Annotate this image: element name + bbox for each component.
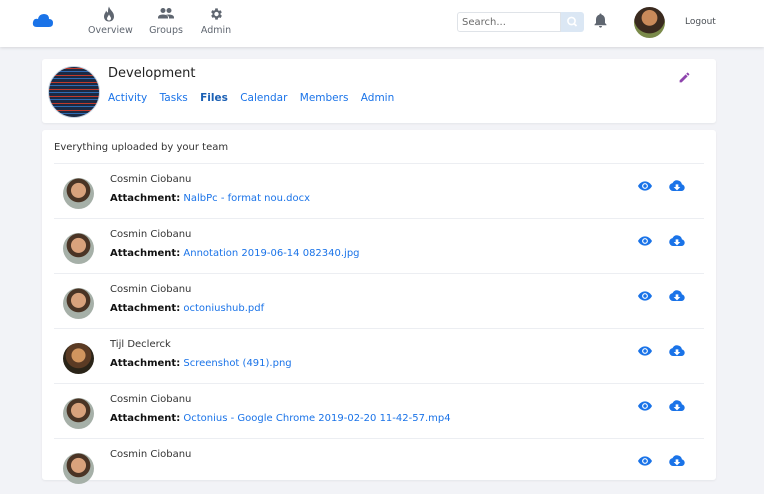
cloud-logo-icon[interactable]: [32, 13, 54, 29]
attachment-label: Attachment:: [110, 358, 181, 369]
attachment-line: Attachment: NalbPc - format nou.docx: [110, 193, 310, 204]
eye-icon[interactable]: [638, 345, 652, 357]
flame-icon: [104, 6, 114, 22]
tab-activity[interactable]: Activity: [108, 92, 147, 104]
nav-admin-label: Admin: [200, 25, 232, 36]
attachment-link[interactable]: Screenshot (491).png: [183, 358, 291, 369]
uploader-name: Cosmin Ciobanu: [110, 174, 192, 185]
bell-icon[interactable]: [594, 13, 607, 28]
attachment-label: Attachment:: [110, 193, 181, 204]
user-avatar[interactable]: [634, 7, 665, 38]
attachment-line: Attachment: octoniushub.pdf: [110, 303, 264, 314]
logout-link[interactable]: Logout: [685, 17, 716, 27]
attachment-link[interactable]: Octonius - Google Chrome 2019-02-20 11-4…: [183, 413, 450, 424]
group-avatar: [48, 66, 100, 118]
uploader-avatar: [63, 398, 94, 429]
cloud-download-icon[interactable]: [669, 290, 685, 302]
uploader-avatar: [63, 343, 94, 374]
eye-icon[interactable]: [638, 400, 652, 412]
uploader-avatar: [63, 233, 94, 264]
file-row: Cosmin Ciobanu: [54, 438, 704, 494]
tab-tasks[interactable]: Tasks: [160, 92, 188, 104]
group-title: Development: [108, 66, 196, 81]
uploader-avatar: [63, 178, 94, 209]
uploader-name: Cosmin Ciobanu: [110, 229, 192, 240]
nav-groups-label: Groups: [149, 25, 183, 36]
uploader-name: Cosmin Ciobanu: [110, 394, 192, 405]
attachment-line: Attachment: Screenshot (491).png: [110, 358, 292, 369]
group-tabs: Activity Tasks Files Calendar Members Ad…: [108, 92, 403, 104]
nav-overview-label: Overview: [88, 25, 133, 36]
file-row: Cosmin Ciobanu Attachment: NalbPc - form…: [54, 163, 704, 219]
file-row: Cosmin Ciobanu Attachment: Annotation 20…: [54, 218, 704, 274]
tab-members[interactable]: Members: [300, 92, 349, 104]
eye-icon[interactable]: [638, 235, 652, 247]
gear-icon: [210, 8, 222, 20]
cloud-download-icon[interactable]: [669, 235, 685, 247]
attachment-link[interactable]: octoniushub.pdf: [183, 303, 264, 314]
attachment-line: Attachment: Annotation 2019-06-14 082340…: [110, 248, 360, 259]
uploader-name: Tijl Declerck: [110, 339, 171, 350]
uploader-name: Cosmin Ciobanu: [110, 284, 192, 295]
nav-groups[interactable]: Groups: [148, 6, 184, 36]
tab-files[interactable]: Files: [200, 92, 228, 104]
file-row: Cosmin Ciobanu Attachment: Octonius - Go…: [54, 383, 704, 439]
attachment-link[interactable]: NalbPc - format nou.docx: [183, 193, 310, 204]
group-header-card: Development Activity Tasks Files Calenda…: [42, 59, 716, 123]
search-input[interactable]: [457, 12, 561, 32]
attachment-label: Attachment:: [110, 248, 181, 259]
attachment-line: Attachment: Octonius - Google Chrome 201…: [110, 413, 451, 424]
uploader-avatar: [63, 288, 94, 319]
uploader-name: Cosmin Ciobanu: [110, 449, 192, 460]
cloud-download-icon[interactable]: [669, 400, 685, 412]
eye-icon[interactable]: [638, 455, 652, 467]
file-row: Cosmin Ciobanu Attachment: octoniushub.p…: [54, 273, 704, 329]
uploader-avatar: [63, 453, 94, 484]
cloud-download-icon[interactable]: [669, 455, 685, 467]
search-button[interactable]: [561, 12, 584, 32]
eye-icon[interactable]: [638, 180, 652, 192]
search-icon: [567, 16, 578, 27]
eye-icon[interactable]: [638, 290, 652, 302]
people-icon: [158, 8, 174, 19]
attachment-label: Attachment:: [110, 303, 181, 314]
attachment-label: Attachment:: [110, 413, 181, 424]
file-row: Tijl Declerck Attachment: Screenshot (49…: [54, 328, 704, 384]
files-heading: Everything uploaded by your team: [54, 142, 229, 153]
tab-admin[interactable]: Admin: [361, 92, 394, 104]
edit-pencil-icon[interactable]: [678, 71, 691, 84]
top-navbar: Overview Groups Admin Logout: [0, 0, 764, 47]
nav-overview[interactable]: Overview: [88, 6, 133, 36]
tab-calendar[interactable]: Calendar: [240, 92, 287, 104]
cloud-download-icon[interactable]: [669, 180, 685, 192]
cloud-download-icon[interactable]: [669, 345, 685, 357]
files-card: Everything uploaded by your team Cosmin …: [42, 130, 716, 484]
attachment-link[interactable]: Annotation 2019-06-14 082340.jpg: [183, 248, 359, 259]
nav-admin[interactable]: Admin: [199, 6, 233, 36]
